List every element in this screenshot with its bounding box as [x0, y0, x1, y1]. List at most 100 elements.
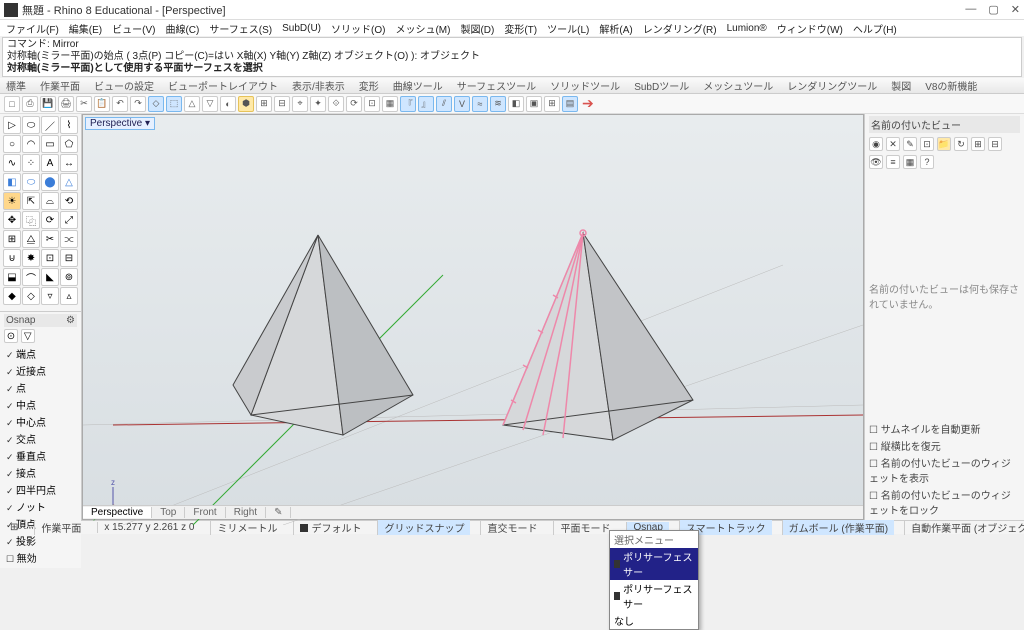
- tool-misc[interactable]: ▿: [41, 287, 59, 305]
- command-area[interactable]: コマンド: Mirror 対称軸(ミラー平面)の始点 ( 3点(P) コピー(C…: [2, 37, 1022, 77]
- osnap-item[interactable]: 接点: [4, 464, 77, 481]
- osnap-gear-icon[interactable]: ⚙: [66, 315, 75, 326]
- ribbon-tab[interactable]: 標準: [6, 78, 26, 93]
- ribbon-tab[interactable]: V8の新機能: [925, 78, 977, 93]
- menu-item[interactable]: ファイル(F): [2, 21, 63, 36]
- viewport-tab[interactable]: Top: [152, 507, 185, 518]
- tool-button[interactable]: 📋: [94, 96, 110, 112]
- osnap-item[interactable]: 四半円点: [4, 481, 77, 498]
- tool-fillet[interactable]: ⌒: [22, 268, 40, 286]
- menu-item[interactable]: 編集(E): [65, 21, 106, 36]
- tool-misc[interactable]: ▵: [60, 287, 78, 305]
- tool-array[interactable]: ⊞: [3, 230, 21, 248]
- selection-menu-item[interactable]: ポリサーフェス サー: [610, 548, 698, 580]
- tool-cone[interactable]: △: [60, 173, 78, 191]
- status-cplane-icon[interactable]: ⊞: [4, 522, 24, 533]
- tool-button[interactable]: 🖨: [58, 96, 74, 112]
- menu-item[interactable]: ヘルプ(H): [849, 21, 901, 36]
- tool-button[interactable]: ↷: [130, 96, 146, 112]
- tool-lasso[interactable]: ⬭: [22, 116, 40, 134]
- tool-trim[interactable]: ✂: [41, 230, 59, 248]
- tool-button[interactable]: 』: [418, 96, 434, 112]
- tool-solid[interactable]: ◧: [3, 173, 21, 191]
- ribbon-tab[interactable]: 表示/非表示: [292, 78, 345, 93]
- ribbon-tab[interactable]: レンダリングツール: [787, 78, 877, 93]
- right-panel-check[interactable]: 縦横比を復元: [869, 437, 1020, 454]
- menu-item[interactable]: ビュー(V): [108, 21, 159, 36]
- selection-menu-item[interactable]: なし: [610, 612, 698, 629]
- tool-ungroup[interactable]: ⊟: [60, 249, 78, 267]
- tool-loft[interactable]: ⌓: [41, 192, 59, 210]
- tool-button[interactable]: ⎙: [22, 96, 38, 112]
- viewport-tab[interactable]: Right: [226, 507, 266, 518]
- tool-button[interactable]: ◐: [220, 96, 236, 112]
- osnap-item[interactable]: 端点: [4, 345, 77, 362]
- osnap-toggle-icon[interactable]: ⊙: [4, 329, 18, 343]
- status-tail[interactable]: 自動作業平面 (オブジェクト) ヒストリを記録 フィ: [904, 520, 1024, 535]
- osnap-item[interactable]: 点: [4, 379, 77, 396]
- right-panel-check[interactable]: サムネイルを自動更新: [869, 420, 1020, 437]
- menu-item[interactable]: サーフェス(S): [205, 21, 276, 36]
- ribbon-tab[interactable]: SubDツール: [634, 78, 689, 93]
- ribbon-tab[interactable]: 作業平面: [40, 78, 80, 93]
- viewport-tab[interactable]: Perspective: [83, 507, 152, 518]
- selection-menu-item[interactable]: ポリサーフェス サー: [610, 580, 698, 612]
- tool-offset[interactable]: ⊚: [60, 268, 78, 286]
- menu-item[interactable]: ウィンドウ(W): [773, 21, 847, 36]
- tool-button[interactable]: ⊞: [256, 96, 272, 112]
- maximize-button[interactable]: ▢: [988, 3, 998, 16]
- tool-button[interactable]: □: [4, 96, 20, 112]
- panel-icon[interactable]: ✕: [886, 137, 900, 151]
- osnap-item[interactable]: 交点: [4, 430, 77, 447]
- tool-button[interactable]: ◧: [508, 96, 524, 112]
- tool-copy[interactable]: ⿻: [22, 211, 40, 229]
- tool-button[interactable]: 💾: [40, 96, 56, 112]
- panel-icon[interactable]: ✎: [903, 137, 917, 151]
- tool-button[interactable]: ⌖: [292, 96, 308, 112]
- right-panel-check[interactable]: 名前の付いたビューのウィジェットをロック: [869, 486, 1020, 518]
- viewport-tab-add[interactable]: ✎: [266, 507, 291, 518]
- tool-button[interactable]: ⟳: [346, 96, 362, 112]
- tool-button[interactable]: 『: [400, 96, 416, 112]
- panel-icon[interactable]: ⊞: [971, 137, 985, 151]
- panel-icon[interactable]: ↻: [954, 137, 968, 151]
- tool-button[interactable]: ◇: [148, 96, 164, 112]
- ribbon-tab[interactable]: 曲線ツール: [393, 78, 443, 93]
- tool-cylinder[interactable]: ⬭: [22, 173, 40, 191]
- menu-item[interactable]: 曲線(C): [161, 21, 203, 36]
- tool-line[interactable]: ／: [41, 116, 59, 134]
- tool-extrude[interactable]: ⇱: [22, 192, 40, 210]
- tool-button[interactable]: ⊞: [544, 96, 560, 112]
- tool-button[interactable]: ⬢: [238, 96, 254, 112]
- tool-button[interactable]: △: [184, 96, 200, 112]
- close-button[interactable]: ✕: [1011, 3, 1020, 16]
- tool-button[interactable]: ⬚: [166, 96, 182, 112]
- tool-curve[interactable]: ∿: [3, 154, 21, 172]
- tool-scale[interactable]: ⤢: [60, 211, 78, 229]
- tool-button[interactable]: ▦: [382, 96, 398, 112]
- panel-icon[interactable]: ◉: [869, 137, 883, 151]
- status-cplane[interactable]: 作業平面: [34, 520, 87, 535]
- ribbon-tab[interactable]: ビューポートレイアウト: [168, 78, 278, 93]
- panel-icon[interactable]: 👁: [869, 155, 883, 169]
- ribbon-tab[interactable]: ソリッドツール: [550, 78, 620, 93]
- tool-button[interactable]: ⫽: [436, 96, 452, 112]
- menu-item[interactable]: Lumion®: [723, 23, 771, 34]
- tool-button[interactable]: ✂: [76, 96, 92, 112]
- tool-boolean[interactable]: ⬓: [3, 268, 21, 286]
- menu-item[interactable]: ツール(L): [543, 21, 593, 36]
- tool-misc[interactable]: ◇: [22, 287, 40, 305]
- tool-mirror[interactable]: ⧋: [22, 230, 40, 248]
- tool-button[interactable]: ≋: [490, 96, 506, 112]
- panel-folder-icon[interactable]: 📁: [937, 137, 951, 151]
- tool-button[interactable]: ✦: [310, 96, 326, 112]
- menu-item[interactable]: 解析(A): [595, 21, 636, 36]
- osnap-item[interactable]: 中心点: [4, 413, 77, 430]
- menu-item[interactable]: 製図(D): [456, 21, 498, 36]
- tool-button[interactable]: ▤: [562, 96, 578, 112]
- tool-button[interactable]: ⊟: [274, 96, 290, 112]
- tool-chamfer[interactable]: ◣: [41, 268, 59, 286]
- menu-item[interactable]: メッシュ(M): [391, 21, 454, 36]
- tool-button[interactable]: ▣: [526, 96, 542, 112]
- tool-select[interactable]: ▷: [3, 116, 21, 134]
